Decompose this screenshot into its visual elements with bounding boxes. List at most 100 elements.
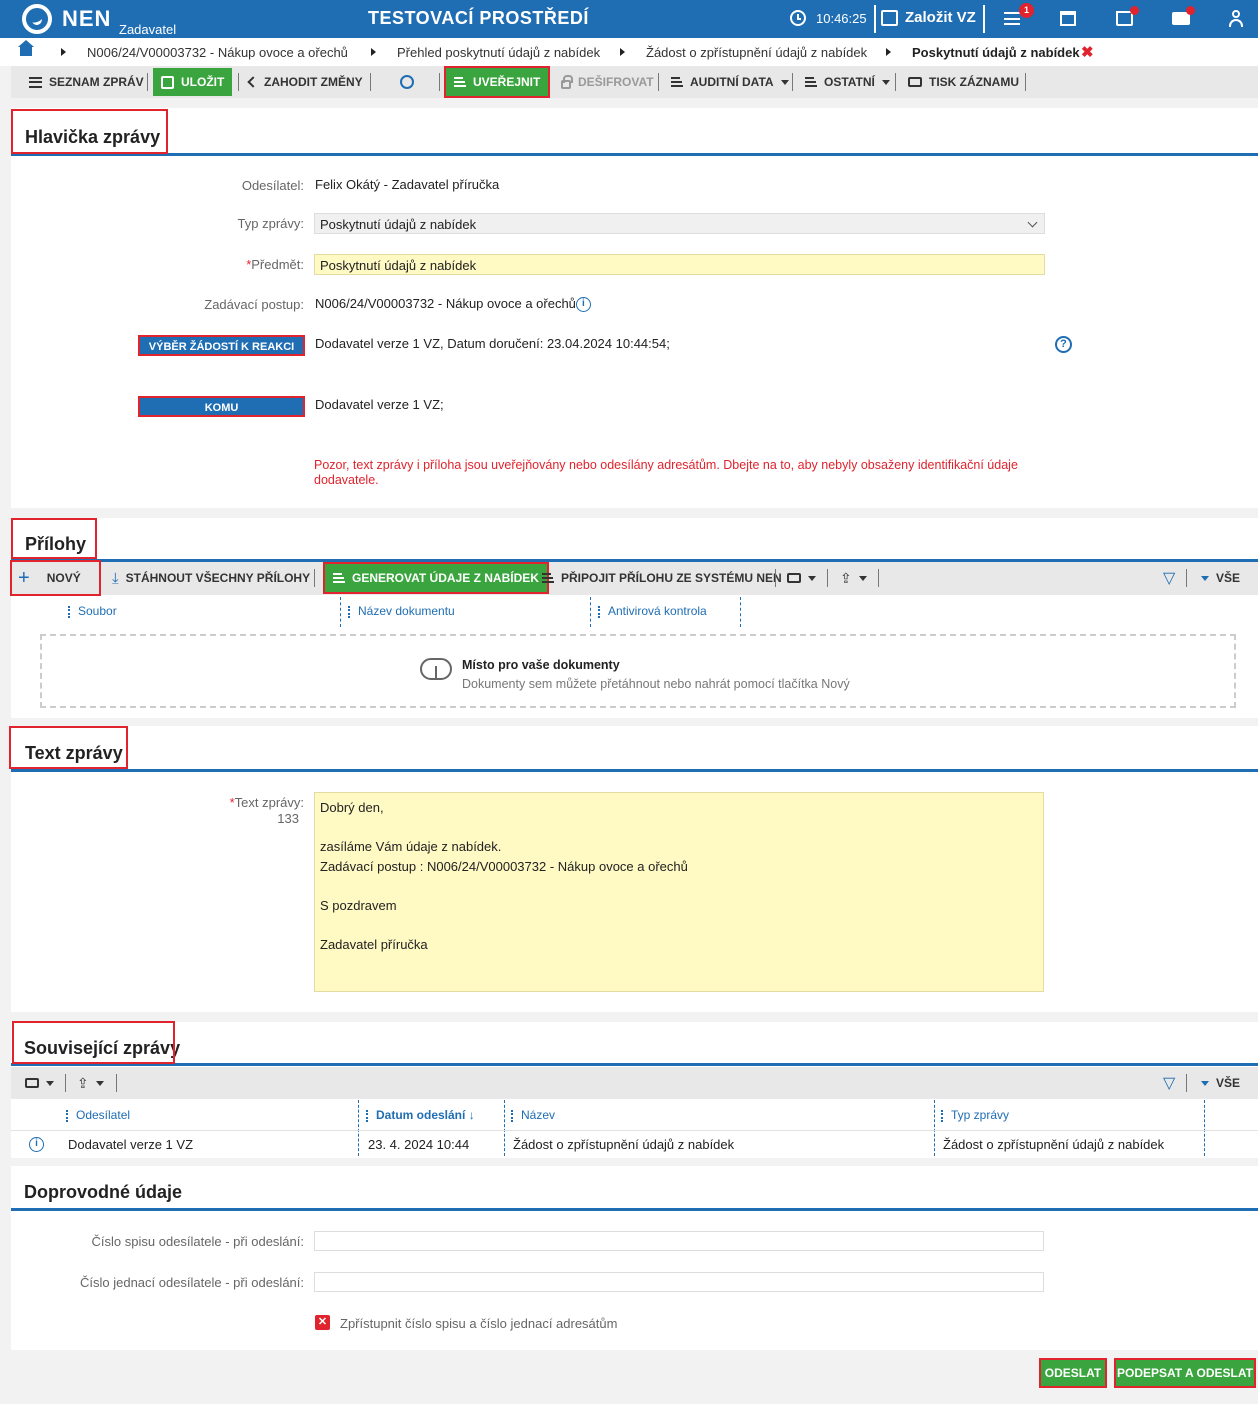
- print-icon: [787, 573, 801, 583]
- disclose-checkbox[interactable]: ✕: [315, 1315, 330, 1330]
- save-button[interactable]: ULOŽIT: [153, 68, 233, 96]
- top-bar: NEN Zadavatel TESTOVACÍ PROSTŘEDÍ 10:46:…: [0, 0, 1258, 38]
- environment-title: TESTOVACÍ PROSTŘEDÍ: [368, 8, 589, 28]
- divider: [65, 1074, 66, 1092]
- header-section-head: Hlavička zprávy: [11, 108, 1258, 156]
- calendar-icon[interactable]: [1060, 11, 1076, 26]
- dropzone-subtitle: Dokumenty sem můžete přetáhnout nebo nah…: [462, 677, 850, 691]
- column-header-document-name[interactable]: Název dokumentu: [348, 604, 455, 618]
- column-header-message-type[interactable]: Typ zprávy: [941, 1108, 1009, 1122]
- edit-icon[interactable]: [881, 10, 898, 26]
- row-name: Žádost o zpřístupnění údajů z nabídek: [513, 1137, 735, 1152]
- show-all-button[interactable]: VŠE: [1201, 562, 1240, 594]
- select-requests-button[interactable]: VÝBĚR ŽÁDOSTÍ K REAKCI: [138, 335, 305, 356]
- divider: [775, 569, 776, 587]
- procedure-value: N006/24/V00003732 - Nákup ovoce a ořechů…: [315, 296, 591, 313]
- export-menu-button[interactable]: ⇪: [77, 1067, 104, 1099]
- download-all-button[interactable]: ⤓ STÁHNOUT VŠECHNY PŘÍLOHY: [112, 562, 310, 594]
- award-button[interactable]: [400, 66, 414, 98]
- chevron-down-icon: [1027, 217, 1038, 228]
- print-record-button[interactable]: TISK ZÁZNAMU: [908, 66, 1019, 98]
- breadcrumb-item-request[interactable]: Žádost o zpřístupnění údajů z nabídek: [646, 45, 867, 60]
- session-time: 10:46:25: [816, 11, 867, 26]
- chevron-down-icon: [808, 575, 816, 581]
- file-number-label: Číslo spisu odesílatele - při odeslání:: [91, 1234, 304, 1249]
- attach-from-nen-button[interactable]: PŘIPOJIT PŘÍLOHU ZE SYSTÉMU NEN: [542, 562, 782, 594]
- message-text-section-head: Text zprávy: [11, 726, 1258, 772]
- column-divider: [1204, 1100, 1205, 1156]
- breadcrumb-arrow-icon: [886, 48, 891, 56]
- sign-and-send-button[interactable]: PODEPSAT A ODESLAT: [1114, 1358, 1256, 1388]
- breadcrumb-arrow-icon: [61, 48, 66, 56]
- cloud-upload-icon: [420, 658, 452, 680]
- user-icon[interactable]: [1229, 10, 1243, 27]
- column-divider: [740, 597, 741, 627]
- clock-icon: [790, 10, 806, 26]
- brand-name: NEN: [62, 6, 112, 31]
- message-text-field[interactable]: Dobrý den, zasíláme Vám údaje z nabídek.…: [314, 792, 1044, 992]
- column-header-sent-date[interactable]: Datum odeslání ↓: [366, 1108, 475, 1122]
- nen-logo-icon[interactable]: [22, 4, 52, 34]
- table-divider: [11, 1130, 1258, 1131]
- send-button[interactable]: ODESLAT: [1039, 1358, 1107, 1388]
- other-button[interactable]: OSTATNÍ: [805, 66, 890, 98]
- divider: [1186, 1074, 1187, 1092]
- reference-number-label: Číslo jednací odesílatele - při odeslání…: [79, 1275, 304, 1290]
- plus-icon: +: [18, 566, 30, 589]
- subject-field[interactable]: Poskytnutí údajů z nabídek: [314, 254, 1045, 275]
- divider: [827, 569, 828, 587]
- row-sender: Dodavatel verze 1 VZ: [68, 1137, 194, 1152]
- publish-icon: [454, 77, 466, 87]
- message-text-label: *Text zprávy:: [229, 795, 304, 810]
- type-label: Typ zprávy:: [237, 216, 304, 231]
- new-attachment-button[interactable]: + NOVÝ: [10, 560, 101, 596]
- file-dropzone[interactable]: Místo pro vaše dokumenty Dokumenty sem m…: [40, 634, 1236, 708]
- print-menu-button[interactable]: [787, 562, 816, 594]
- menu-icon[interactable]: [1004, 12, 1020, 25]
- create-contract-button[interactable]: Založit VZ: [905, 9, 976, 26]
- divider: [792, 73, 793, 91]
- decrypt-button[interactable]: DEŠIFROVAT: [561, 66, 654, 98]
- attachments-section-head: Přílohy: [11, 518, 1258, 562]
- breadcrumb-arrow-icon: [371, 48, 376, 56]
- close-tab-icon[interactable]: ✖: [1081, 43, 1094, 61]
- file-number-input[interactable]: [314, 1231, 1044, 1251]
- column-divider: [934, 1100, 935, 1156]
- chevron-down-icon: [95, 1080, 104, 1086]
- breadcrumb-arrow-icon: [620, 48, 625, 56]
- breadcrumb-item-procedure[interactable]: N006/24/V00003732 - Nákup ovoce a ořechů: [87, 45, 348, 60]
- filter-icon[interactable]: ▽: [1163, 1067, 1175, 1099]
- home-icon[interactable]: [18, 40, 34, 56]
- info-icon[interactable]: i: [575, 297, 591, 313]
- column-divider: [340, 597, 341, 627]
- generate-data-button[interactable]: GENEROVAT ÚDAJE Z NABÍDEK: [323, 562, 549, 594]
- audit-data-button[interactable]: AUDITNÍ DATA: [671, 66, 789, 98]
- recipients-value: Dodavatel verze 1 VZ;: [315, 397, 444, 412]
- print-menu-button[interactable]: [25, 1067, 54, 1099]
- requests-value: Dodavatel verze 1 VZ, Datum doručení: 23…: [315, 336, 670, 351]
- to-button[interactable]: KOMU: [138, 396, 305, 417]
- column-header-antivirus[interactable]: Antivirová kontrola: [598, 604, 707, 618]
- discard-changes-button[interactable]: ZAHODIT ZMĚNY: [247, 66, 363, 98]
- column-header-file[interactable]: Soubor: [68, 604, 117, 618]
- chevron-down-icon: [46, 1080, 54, 1086]
- column-divider: [590, 597, 591, 627]
- column-header-name[interactable]: Název: [511, 1108, 555, 1122]
- divider: [658, 73, 659, 91]
- message-list-button[interactable]: SEZNAM ZPRÁV: [29, 66, 144, 98]
- divider: [874, 5, 876, 33]
- row-type: Žádost o zpřístupnění údajů z nabídek: [943, 1137, 1165, 1152]
- show-all-button[interactable]: VŠE: [1201, 1067, 1240, 1099]
- info-icon[interactable]: i: [29, 1137, 44, 1152]
- export-menu-button[interactable]: ⇪: [840, 562, 867, 594]
- message-type-select[interactable]: Poskytnutí údajů z nabídek: [314, 213, 1045, 234]
- column-header-sender[interactable]: Odesílatel: [66, 1108, 130, 1122]
- publish-button[interactable]: UVEŘEJNIT: [443, 66, 551, 98]
- filter-icon[interactable]: ▽: [1163, 562, 1175, 594]
- sender-label: Odesílatel:: [241, 178, 304, 193]
- section-title-accompanying: Doprovodné údaje: [24, 1182, 183, 1202]
- breadcrumb-item-overview[interactable]: Přehled poskytnutí údajů z nabídek: [397, 45, 600, 60]
- reference-number-input[interactable]: [314, 1272, 1044, 1292]
- divider: [895, 73, 896, 91]
- help-icon[interactable]: ?: [1055, 336, 1072, 353]
